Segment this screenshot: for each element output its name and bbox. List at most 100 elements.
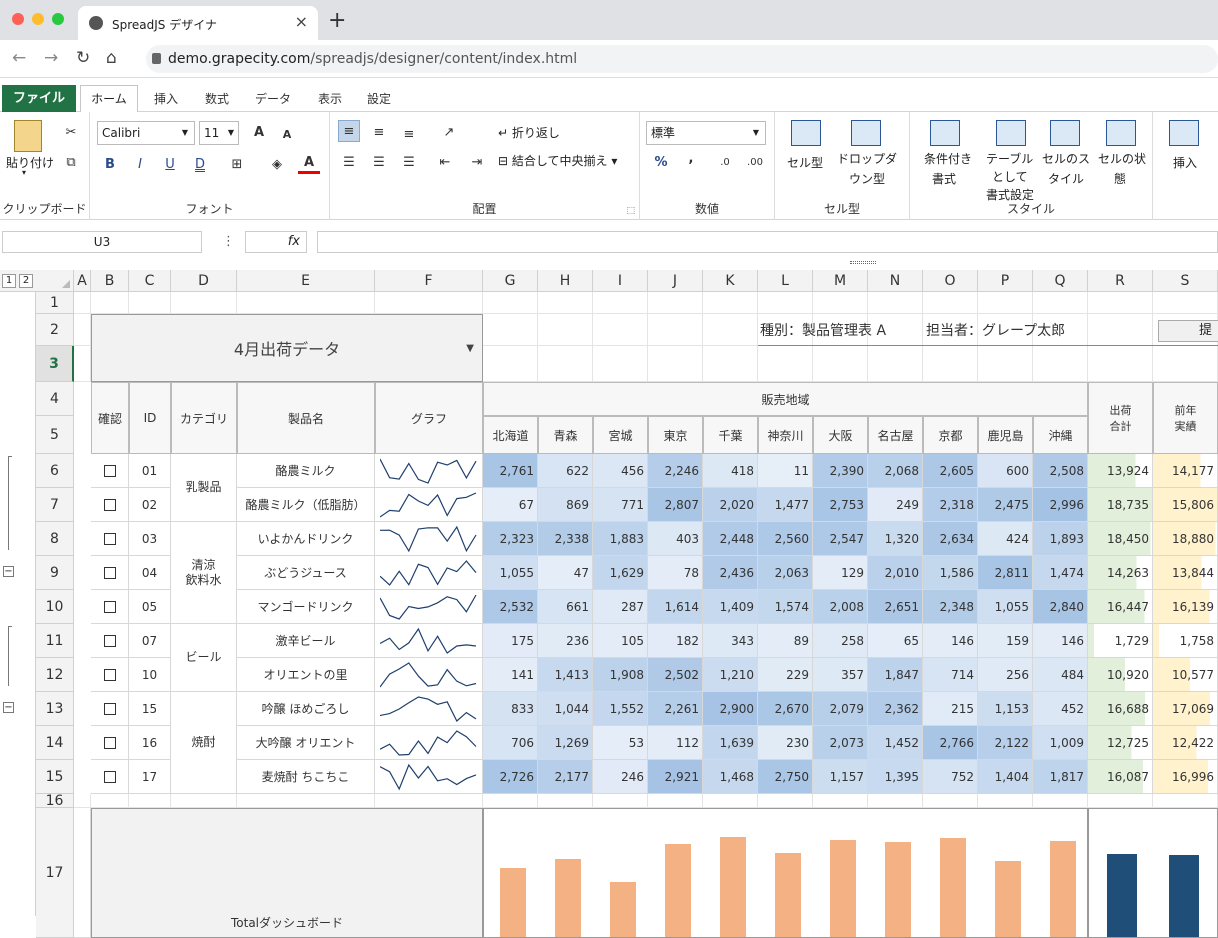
product-cell[interactable]: 吟醸 ほめごろし [237, 692, 375, 726]
grid-cell[interactable] [129, 794, 171, 808]
sales-cell[interactable]: 11 [758, 454, 813, 488]
grid-cell[interactable] [1088, 314, 1153, 346]
sales-cell[interactable]: 869 [538, 488, 593, 522]
sales-cell[interactable]: 1,157 [813, 760, 868, 794]
url-field[interactable]: demo.grapecity.com/spreadjs/designer/con… [146, 45, 1218, 73]
id-cell[interactable]: 17 [129, 760, 171, 794]
sparkline-cell[interactable] [375, 488, 483, 522]
grid-cell[interactable] [813, 346, 868, 382]
row-header-2[interactable]: 2 [36, 314, 74, 346]
align-left-icon[interactable]: ☰ [338, 152, 360, 174]
prev-cell[interactable]: 1,758 [1153, 624, 1218, 658]
category-cell[interactable]: 清涼 飲料水 [171, 522, 237, 624]
fill-color-icon[interactable]: ◈ [266, 154, 288, 176]
tab-insert[interactable]: 挿入 [154, 90, 178, 107]
decrease-decimal-icon[interactable]: .00 [744, 152, 766, 174]
sales-cell[interactable]: 78 [648, 556, 703, 590]
prev-cell[interactable]: 16,139 [1153, 590, 1218, 624]
sales-cell[interactable]: 2,670 [758, 692, 813, 726]
align-middle-icon[interactable]: ≡ [368, 122, 390, 144]
tab-settings[interactable]: 設定 [367, 90, 391, 107]
col-header-S[interactable]: S [1153, 270, 1218, 292]
sales-cell[interactable]: 2,261 [648, 692, 703, 726]
prev-cell[interactable]: 12,422 [1153, 726, 1218, 760]
row-header-1[interactable]: 1 [36, 292, 74, 314]
row-header-3[interactable]: 3 [36, 346, 74, 382]
col-header-K[interactable]: K [703, 270, 758, 292]
checkbox[interactable] [103, 566, 116, 579]
checkbox-cell[interactable] [91, 726, 129, 760]
sparkline-cell[interactable] [375, 658, 483, 692]
sales-cell[interactable]: 2,362 [868, 692, 923, 726]
grid-cell[interactable] [703, 346, 758, 382]
total-cell[interactable]: 1,729 [1088, 624, 1153, 658]
close-window-icon[interactable] [12, 13, 24, 25]
row-header-13[interactable]: 13 [36, 692, 74, 726]
grid-cell[interactable] [648, 314, 703, 346]
grid-cell[interactable] [868, 292, 923, 314]
sales-cell[interactable]: 2,073 [813, 726, 868, 760]
grid-cell[interactable] [74, 314, 91, 346]
sheet-title[interactable]: 4月出荷データ ▼ [91, 314, 483, 382]
file-tab[interactable]: ファイル [2, 85, 76, 112]
grid-cell[interactable] [978, 794, 1033, 808]
grid-cell[interactable] [538, 794, 593, 808]
sales-cell[interactable]: 1,474 [1033, 556, 1088, 590]
sales-cell[interactable]: 2,475 [978, 488, 1033, 522]
copy-icon[interactable]: ⧉ [60, 152, 82, 174]
sales-cell[interactable]: 215 [923, 692, 978, 726]
checkbox-cell[interactable] [91, 692, 129, 726]
product-cell[interactable]: 酪農ミルク（低脂肪） [237, 488, 375, 522]
grid-cell[interactable] [648, 794, 703, 808]
grid-cell[interactable] [237, 794, 375, 808]
sales-cell[interactable]: 246 [593, 760, 648, 794]
checkbox-cell[interactable] [91, 454, 129, 488]
grid-cell[interactable] [483, 314, 538, 346]
grid-cell[interactable] [74, 794, 91, 808]
prev-cell[interactable]: 14,177 [1153, 454, 1218, 488]
total-cell[interactable]: 10,920 [1088, 658, 1153, 692]
sales-cell[interactable]: 833 [483, 692, 538, 726]
row-header-17[interactable]: 17 [36, 808, 74, 938]
sales-cell[interactable]: 1,639 [703, 726, 758, 760]
tab-home-active[interactable]: ホーム [80, 85, 138, 113]
sales-cell[interactable]: 1,574 [758, 590, 813, 624]
new-tab-icon[interactable]: + [328, 8, 346, 33]
checkbox-cell[interactable] [91, 624, 129, 658]
grid-cell[interactable] [375, 794, 483, 808]
checkbox[interactable] [103, 668, 116, 681]
sales-cell[interactable]: 2,177 [538, 760, 593, 794]
total-cell[interactable]: 13,924 [1088, 454, 1153, 488]
minimize-window-icon[interactable] [32, 13, 44, 25]
row-header-12[interactable]: 12 [36, 658, 74, 692]
sales-cell[interactable]: 2,338 [538, 522, 593, 556]
percent-icon[interactable]: % [650, 152, 672, 174]
sales-cell[interactable]: 2,634 [923, 522, 978, 556]
col-header-N[interactable]: N [868, 270, 923, 292]
sales-cell[interactable]: 2,390 [813, 454, 868, 488]
cell-style-label-2[interactable]: タイル [1048, 170, 1084, 187]
prev-cell[interactable]: 10,577 [1153, 658, 1218, 692]
tab-data[interactable]: データ [255, 90, 291, 107]
sales-cell[interactable]: 456 [593, 454, 648, 488]
checkbox[interactable] [103, 498, 116, 511]
zoom-window-icon[interactable] [52, 13, 64, 25]
tab-view[interactable]: 表示 [318, 90, 342, 107]
merge-center-button[interactable]: ⊟ 結合して中央揃え ▾ [498, 152, 617, 169]
checkbox[interactable] [103, 600, 116, 613]
id-cell[interactable]: 03 [129, 522, 171, 556]
total-cell[interactable]: 16,087 [1088, 760, 1153, 794]
product-cell[interactable]: 麦焼酎 ちこちこ [237, 760, 375, 794]
sales-cell[interactable]: 2,547 [813, 522, 868, 556]
total-cell[interactable]: 14,263 [1088, 556, 1153, 590]
align-top-icon[interactable]: ≡ [338, 120, 360, 142]
grid-cell[interactable] [1033, 292, 1088, 314]
sales-cell[interactable]: 1,908 [593, 658, 648, 692]
prev-cell[interactable]: 17,069 [1153, 692, 1218, 726]
sheet-button[interactable]: 提 [1158, 320, 1218, 342]
sales-cell[interactable]: 1,320 [868, 522, 923, 556]
sales-cell[interactable]: 1,614 [648, 590, 703, 624]
sales-cell[interactable]: 1,817 [1033, 760, 1088, 794]
browser-tab[interactable]: SpreadJS デザイナ × [78, 6, 318, 40]
grid-cell[interactable] [758, 292, 813, 314]
